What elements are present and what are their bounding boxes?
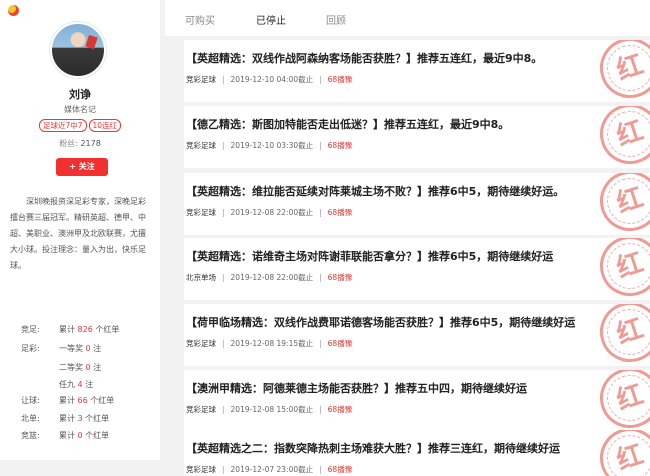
article-league: 北京单场: [186, 273, 216, 282]
article-deadline: 2019-12-10 04:00截止: [230, 75, 314, 84]
stat-row-rangqiu: 让球: 累计 66 个红单: [0, 395, 160, 407]
flag-icon: [85, 34, 98, 50]
stat-value: 累计 66 个红单: [59, 396, 115, 405]
article-views: 68播豫: [327, 465, 353, 474]
stat-value: 任九 4 注: [59, 380, 94, 389]
article-deadline: 2019-12-08 15:00截止: [230, 405, 314, 414]
article-views: 68播豫: [327, 208, 353, 217]
record-tag: 足球近7中7: [38, 119, 87, 132]
list-item[interactable]: 【英超精选：维拉能否延续对阵莱城主场不败？】推荐6中5，期待继续好运。 竞彩足球…: [184, 173, 650, 235]
article-meta: 竞彩足球 | 2019-12-07 23:00截止 | 68播豫: [186, 465, 353, 474]
article-league: 竞彩足球: [186, 405, 216, 414]
stat-label: 竞篮:: [21, 431, 40, 440]
expert-bio: 深圳晚报资深足彩专家，深晚足彩擂台赛三届冠军。精研英超、德甲、中超、美职业、澳洲…: [10, 197, 146, 270]
article-title[interactable]: 【英超精选：双线作战阿森纳客场能否获胜？】推荐五连红，最近9中8。: [186, 50, 542, 66]
stat-label: 竞足:: [21, 325, 40, 334]
expert-name[interactable]: 刘诤: [0, 86, 160, 102]
stat-row-jinglan: 竞篮: 累计 0 个红单: [0, 430, 160, 442]
red-win-stamp-icon: 红: [592, 430, 650, 476]
follow-button[interactable]: + 关注: [56, 158, 108, 176]
stat-row-zucai-1: 足彩: 一等奖 0 注: [0, 343, 160, 355]
article-title[interactable]: 【英超精选之二：指数突降热刺主场难获大胜？】推荐三连红，期待继续好运: [186, 440, 560, 456]
article-deadline: 2019-12-07 23:00截止: [230, 465, 314, 474]
article-views: 68播豫: [327, 339, 353, 348]
stat-label: 让球:: [21, 396, 40, 405]
list-item[interactable]: 【荷甲临场精选：双线作战费耶诺德客场能否获胜？】推荐6中5，期待继续好运 竞彩足…: [184, 304, 650, 366]
article-meta: 竞彩足球 | 2019-12-10 03:30截止 | 68播豫: [186, 141, 353, 150]
stat-value: 累计 826 个红单: [59, 325, 120, 334]
article-views: 68播豫: [327, 75, 353, 84]
colorful-circle-logo-icon[interactable]: [8, 5, 19, 16]
tab-available[interactable]: 可购买: [185, 12, 215, 27]
expert-title: 媒体名记: [64, 105, 96, 114]
article-views: 68播豫: [327, 141, 353, 150]
stat-label: 足彩:: [21, 344, 40, 353]
expert-sidebar: 刘诤 媒体名记 足球近7中7 10连红 粉丝: 2178 + 关注 深圳晚报资深…: [0, 0, 160, 460]
article-league: 竞彩足球: [186, 465, 216, 474]
stat-value: 累计 3 个红单: [59, 414, 110, 423]
article-league: 竞彩足球: [186, 75, 216, 84]
stat-value: 二等奖 0 注: [59, 363, 102, 372]
article-league: 竞彩足球: [186, 141, 216, 150]
article-meta: 竞彩足球 | 2019-12-08 22:00截止 | 68播豫: [186, 208, 353, 217]
stat-row-jingzu: 竞足: 累计 826 个红单: [0, 324, 160, 336]
red-win-stamp-icon: 红: [592, 106, 650, 168]
streak-tag: 10连红: [88, 119, 122, 132]
article-league: 竞彩足球: [186, 339, 216, 348]
stat-row-beidan: 北单: 累计 3 个红单: [0, 413, 160, 425]
article-league: 竞彩足球: [186, 208, 216, 217]
red-win-stamp-icon: 红: [592, 370, 650, 432]
article-title[interactable]: 【英超精选：诺维奇主场对阵谢菲联能否拿分？】推荐6中5，期待继续好运: [186, 248, 553, 264]
article-meta: 北京单场 | 2019-12-08 22:00截止 | 68播豫: [186, 273, 353, 282]
stat-value: 累计 0 个红单: [59, 431, 110, 440]
article-views: 68播豫: [327, 405, 353, 414]
article-title[interactable]: 【荷甲临场精选：双线作战费耶诺德客场能否获胜？】推荐6中5，期待继续好运: [186, 314, 575, 330]
stat-value: 一等奖 0 注: [59, 344, 102, 353]
status-tabs: 可购买 已停止 回顾: [165, 0, 650, 36]
stat-row-renjiu: 任九 4 注: [0, 379, 160, 391]
stat-label: 北单:: [21, 414, 40, 423]
article-deadline: 2019-12-10 03:30截止: [230, 141, 314, 150]
article-deadline: 2019-12-08 22:00截止: [230, 208, 314, 217]
red-win-stamp-icon: 红: [592, 40, 650, 102]
fans-label: 粉丝:: [59, 139, 78, 148]
article-meta: 竞彩足球 | 2019-12-08 19:15截止 | 68播豫: [186, 339, 353, 348]
red-win-stamp-icon: 红: [592, 238, 650, 300]
list-item[interactable]: 【英超精选之二：指数突降热刺主场难获大胜？】推荐三连红，期待继续好运 竞彩足球 |…: [184, 430, 650, 476]
list-item[interactable]: 【澳洲甲精选：阿德莱德主场能否获胜？】推荐五中四，期待继续好运 竞彩足球 | 201…: [184, 370, 650, 432]
expert-tags: 足球近7中7 10连红: [0, 119, 160, 132]
article-meta: 竞彩足球 | 2019-12-10 04:00截止 | 68播豫: [186, 75, 353, 84]
list-item[interactable]: 【英超精选：双线作战阿森纳客场能否获胜？】推荐五连红，最近9中8。 竞彩足球 | 2…: [184, 40, 650, 102]
article-title[interactable]: 【德乙精选：斯图加特能否走出低迷？】推荐五连红，最近9中8。: [186, 116, 509, 132]
avatar[interactable]: [50, 22, 106, 78]
stat-row-zucai-2: 二等奖 0 注: [0, 362, 160, 374]
red-win-stamp-icon: 红: [592, 173, 650, 235]
article-deadline: 2019-12-08 22:00截止: [230, 273, 314, 282]
tab-stopped[interactable]: 已停止: [256, 12, 286, 27]
red-win-stamp-icon: 红: [592, 304, 650, 366]
article-views: 68播豫: [327, 273, 353, 282]
list-item[interactable]: 【德乙精选：斯图加特能否走出低迷？】推荐五连红，最近9中8。 竞彩足球 | 2019…: [184, 106, 650, 168]
list-item[interactable]: 【英超精选：诺维奇主场对阵谢菲联能否拿分？】推荐6中5，期待继续好运 北京单场 |…: [184, 238, 650, 300]
tab-review[interactable]: 回顾: [326, 12, 346, 27]
fans-value: 2178: [80, 139, 101, 148]
article-title[interactable]: 【澳洲甲精选：阿德莱德主场能否获胜？】推荐五中四，期待继续好运: [186, 380, 527, 396]
article-deadline: 2019-12-08 19:15截止: [230, 339, 314, 348]
article-title[interactable]: 【英超精选：维拉能否延续对阵莱城主场不败？】推荐6中5，期待继续好运。: [186, 183, 564, 199]
fans-count: 粉丝: 2178: [0, 138, 160, 149]
article-meta: 竞彩足球 | 2019-12-08 15:00截止 | 68播豫: [186, 405, 353, 414]
